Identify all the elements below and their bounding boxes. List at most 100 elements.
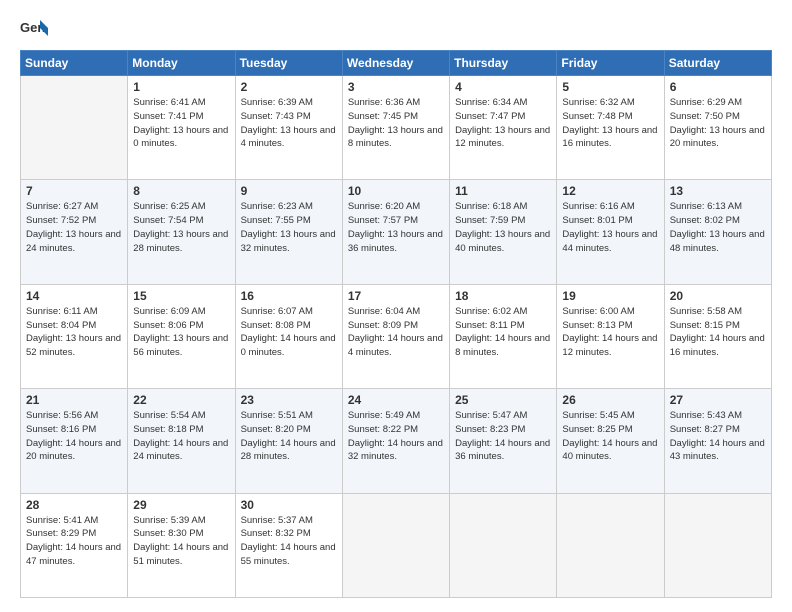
day-number: 18	[455, 289, 551, 303]
day-info: Sunrise: 6:23 AMSunset: 7:55 PMDaylight:…	[241, 201, 336, 253]
day-number: 21	[26, 393, 122, 407]
day-info: Sunrise: 5:47 AMSunset: 8:23 PMDaylight:…	[455, 410, 550, 462]
day-info: Sunrise: 5:39 AMSunset: 8:30 PMDaylight:…	[133, 515, 228, 567]
day-number: 22	[133, 393, 229, 407]
day-number: 7	[26, 184, 122, 198]
day-info: Sunrise: 5:41 AMSunset: 8:29 PMDaylight:…	[26, 515, 121, 567]
day-number: 19	[562, 289, 658, 303]
calendar-cell: 7Sunrise: 6:27 AMSunset: 7:52 PMDaylight…	[21, 180, 128, 284]
day-number: 24	[348, 393, 444, 407]
day-info: Sunrise: 5:49 AMSunset: 8:22 PMDaylight:…	[348, 410, 443, 462]
calendar-week-row: 1 Sunrise: 6:41 AMSunset: 7:41 PMDaylight…	[21, 76, 772, 180]
day-info: Sunrise: 6:16 AMSunset: 8:01 PMDaylight:…	[562, 201, 657, 253]
calendar-cell: 23 Sunrise: 5:51 AMSunset: 8:20 PMDayligh…	[235, 389, 342, 493]
calendar-header-monday: Monday	[128, 51, 235, 76]
calendar-header-friday: Friday	[557, 51, 664, 76]
calendar-cell: 17Sunrise: 6:04 AMSunset: 8:09 PMDayligh…	[342, 284, 449, 388]
calendar-cell: 16 Sunrise: 6:07 AMSunset: 8:08 PMDayligh…	[235, 284, 342, 388]
day-info: Sunrise: 6:39 AMSunset: 7:43 PMDaylight:…	[241, 97, 336, 149]
day-number: 1	[133, 80, 229, 94]
calendar-cell: 25 Sunrise: 5:47 AMSunset: 8:23 PMDayligh…	[450, 389, 557, 493]
calendar-cell: 4 Sunrise: 6:34 AMSunset: 7:47 PMDaylight…	[450, 76, 557, 180]
calendar-cell: 27 Sunrise: 5:43 AMSunset: 8:27 PMDayligh…	[664, 389, 771, 493]
day-number: 8	[133, 184, 229, 198]
day-info: Sunrise: 6:02 AMSunset: 8:11 PMDaylight:…	[455, 306, 550, 358]
calendar-header-saturday: Saturday	[664, 51, 771, 76]
day-number: 2	[241, 80, 337, 94]
calendar-cell: 2 Sunrise: 6:39 AMSunset: 7:43 PMDaylight…	[235, 76, 342, 180]
day-number: 11	[455, 184, 551, 198]
calendar-cell: 29 Sunrise: 5:39 AMSunset: 8:30 PMDayligh…	[128, 493, 235, 597]
calendar-week-row: 28 Sunrise: 5:41 AMSunset: 8:29 PMDayligh…	[21, 493, 772, 597]
day-number: 27	[670, 393, 766, 407]
calendar-header-wednesday: Wednesday	[342, 51, 449, 76]
header-row: Gen	[20, 18, 772, 40]
day-info: Sunrise: 6:20 AMSunset: 7:57 PMDaylight:…	[348, 201, 443, 253]
calendar-header-row: SundayMondayTuesdayWednesdayThursdayFrid…	[21, 51, 772, 76]
day-info: Sunrise: 6:25 AMSunset: 7:54 PMDaylight:…	[133, 201, 228, 253]
day-number: 17	[348, 289, 444, 303]
calendar-cell: 22 Sunrise: 5:54 AMSunset: 8:18 PMDayligh…	[128, 389, 235, 493]
calendar-cell	[557, 493, 664, 597]
day-number: 16	[241, 289, 337, 303]
calendar-cell: 8 Sunrise: 6:25 AMSunset: 7:54 PMDaylight…	[128, 180, 235, 284]
calendar-cell: 6Sunrise: 6:29 AMSunset: 7:50 PMDaylight…	[664, 76, 771, 180]
calendar-cell	[342, 493, 449, 597]
day-info: Sunrise: 6:13 AMSunset: 8:02 PMDaylight:…	[670, 201, 765, 253]
day-info: Sunrise: 6:09 AMSunset: 8:06 PMDaylight:…	[133, 306, 228, 358]
day-info: Sunrise: 5:51 AMSunset: 8:20 PMDaylight:…	[241, 410, 336, 462]
day-info: Sunrise: 6:36 AMSunset: 7:45 PMDaylight:…	[348, 97, 443, 149]
page: Gen SundayMondayTuesdayWednesdayThursday…	[0, 0, 792, 612]
calendar-week-row: 21 Sunrise: 5:56 AMSunset: 8:16 PMDayligh…	[21, 389, 772, 493]
day-info: Sunrise: 6:00 AMSunset: 8:13 PMDaylight:…	[562, 306, 657, 358]
day-info: Sunrise: 6:41 AMSunset: 7:41 PMDaylight:…	[133, 97, 228, 149]
calendar-cell	[450, 493, 557, 597]
calendar-header-thursday: Thursday	[450, 51, 557, 76]
day-number: 9	[241, 184, 337, 198]
day-number: 6	[670, 80, 766, 94]
day-info: Sunrise: 5:37 AMSunset: 8:32 PMDaylight:…	[241, 515, 336, 567]
calendar-cell: 3 Sunrise: 6:36 AMSunset: 7:45 PMDaylight…	[342, 76, 449, 180]
day-number: 28	[26, 498, 122, 512]
day-info: Sunrise: 5:56 AMSunset: 8:16 PMDaylight:…	[26, 410, 121, 462]
calendar-cell: 12Sunrise: 6:16 AMSunset: 8:01 PMDayligh…	[557, 180, 664, 284]
day-number: 26	[562, 393, 658, 407]
logo-icon: Gen	[20, 18, 48, 40]
day-info: Sunrise: 5:54 AMSunset: 8:18 PMDaylight:…	[133, 410, 228, 462]
calendar-header-tuesday: Tuesday	[235, 51, 342, 76]
calendar-cell: 15 Sunrise: 6:09 AMSunset: 8:06 PMDayligh…	[128, 284, 235, 388]
day-number: 5	[562, 80, 658, 94]
day-info: Sunrise: 6:18 AMSunset: 7:59 PMDaylight:…	[455, 201, 550, 253]
calendar-cell: 20Sunrise: 5:58 AMSunset: 8:15 PMDayligh…	[664, 284, 771, 388]
calendar-cell	[664, 493, 771, 597]
day-number: 15	[133, 289, 229, 303]
calendar-week-row: 7Sunrise: 6:27 AMSunset: 7:52 PMDaylight…	[21, 180, 772, 284]
calendar-cell: 28 Sunrise: 5:41 AMSunset: 8:29 PMDayligh…	[21, 493, 128, 597]
day-number: 25	[455, 393, 551, 407]
calendar-week-row: 14Sunrise: 6:11 AMSunset: 8:04 PMDayligh…	[21, 284, 772, 388]
calendar-cell: 19 Sunrise: 6:00 AMSunset: 8:13 PMDayligh…	[557, 284, 664, 388]
day-number: 30	[241, 498, 337, 512]
day-number: 4	[455, 80, 551, 94]
calendar-cell: 21 Sunrise: 5:56 AMSunset: 8:16 PMDayligh…	[21, 389, 128, 493]
calendar-cell: 10 Sunrise: 6:20 AMSunset: 7:57 PMDayligh…	[342, 180, 449, 284]
calendar-cell	[21, 76, 128, 180]
calendar-header-sunday: Sunday	[21, 51, 128, 76]
day-info: Sunrise: 6:07 AMSunset: 8:08 PMDaylight:…	[241, 306, 336, 358]
calendar-cell: 11 Sunrise: 6:18 AMSunset: 7:59 PMDayligh…	[450, 180, 557, 284]
day-number: 23	[241, 393, 337, 407]
calendar-cell: 5 Sunrise: 6:32 AMSunset: 7:48 PMDaylight…	[557, 76, 664, 180]
calendar-cell: 14Sunrise: 6:11 AMSunset: 8:04 PMDayligh…	[21, 284, 128, 388]
calendar-cell: 9 Sunrise: 6:23 AMSunset: 7:55 PMDaylight…	[235, 180, 342, 284]
calendar-cell: 13Sunrise: 6:13 AMSunset: 8:02 PMDayligh…	[664, 180, 771, 284]
day-number: 29	[133, 498, 229, 512]
day-info: Sunrise: 6:11 AMSunset: 8:04 PMDaylight:…	[26, 306, 121, 358]
calendar-cell: 18 Sunrise: 6:02 AMSunset: 8:11 PMDayligh…	[450, 284, 557, 388]
day-info: Sunrise: 5:43 AMSunset: 8:27 PMDaylight:…	[670, 410, 765, 462]
day-number: 10	[348, 184, 444, 198]
day-info: Sunrise: 6:34 AMSunset: 7:47 PMDaylight:…	[455, 97, 550, 149]
calendar-cell: 24 Sunrise: 5:49 AMSunset: 8:22 PMDayligh…	[342, 389, 449, 493]
calendar-cell: 30 Sunrise: 5:37 AMSunset: 8:32 PMDayligh…	[235, 493, 342, 597]
day-info: Sunrise: 6:32 AMSunset: 7:48 PMDaylight:…	[562, 97, 657, 149]
day-number: 3	[348, 80, 444, 94]
